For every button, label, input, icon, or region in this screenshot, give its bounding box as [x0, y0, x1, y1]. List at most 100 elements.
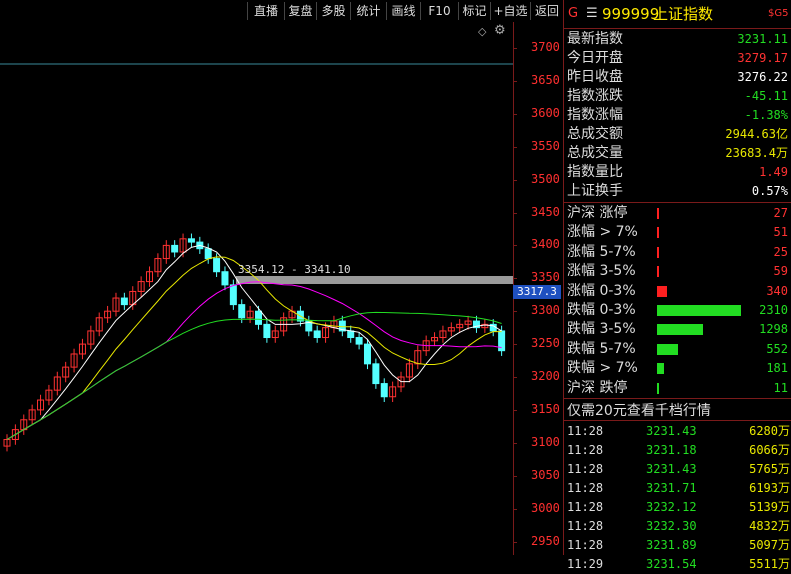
multi-stock-button[interactable]: 多股: [316, 2, 350, 20]
tick-row: 11:28 3231.43 6280万: [564, 422, 791, 441]
stat-value: 3276.22: [737, 70, 788, 84]
tick-row: 11:28 3232.30 4832万: [564, 517, 791, 536]
candle-body: [204, 248, 212, 260]
breadth-row: 跌幅 0-3% 2310: [564, 301, 791, 320]
candle-body: [263, 323, 271, 339]
ticks-title[interactable]: 仅需20元查看千档行情: [567, 400, 711, 420]
stat-label: 今日开盘: [567, 50, 623, 66]
y-tick-label: 3000: [531, 500, 560, 515]
stock-name: 上证指数: [653, 5, 714, 23]
y-tick-label: 3300: [531, 303, 560, 318]
stats-button[interactable]: 统计: [350, 2, 386, 20]
tick-time: 11:29: [567, 557, 604, 571]
breadth-bar: [657, 305, 741, 316]
candle-body: [229, 284, 237, 306]
ma20-line: [6, 281, 502, 440]
kline-chart[interactable]: ◇ ⚙ 3354.12 - 3341.10: [0, 22, 514, 555]
menu-icon[interactable]: ☰: [586, 0, 598, 28]
y-tick-label: 3200: [531, 369, 560, 383]
y-tick-label: 3450: [531, 204, 560, 219]
add-watchlist-button[interactable]: +自选: [490, 2, 530, 20]
candle-body: [313, 330, 321, 339]
replay-button[interactable]: 复盘: [284, 2, 316, 20]
stat-row: 总成交额 2944.63亿: [564, 125, 791, 144]
breadth-row: 沪深 涨停 27: [564, 204, 791, 223]
stock-header: G ☰ 999999 上证指数 $G5: [564, 0, 791, 29]
g-badge: G: [568, 6, 579, 21]
candle-body: [363, 343, 371, 365]
candle-body: [380, 383, 388, 398]
tick-time: 11:28: [567, 538, 604, 552]
range-label: 3354.12 - 3341.10: [238, 263, 351, 276]
breadth-bar: [657, 343, 678, 355]
tick-price: 3231.43: [646, 424, 697, 438]
tick-volume: 6193万: [749, 481, 790, 495]
candle-body: [213, 258, 221, 273]
breadth-bar: [657, 266, 659, 278]
tick-row: 11:28 3231.18 6066万: [564, 441, 791, 460]
breadth-bar: [657, 382, 659, 394]
breadth-label: 涨幅 0-3%: [567, 282, 636, 299]
stat-label: 上证换手: [567, 183, 623, 199]
stat-row: 上证换手 0.57%: [564, 182, 791, 201]
tick-price: 3232.30: [646, 519, 697, 533]
candle-body: [255, 310, 262, 325]
breadth-row: 涨幅 0-3% 340: [564, 282, 791, 301]
stat-value: -1.38%: [744, 108, 788, 122]
tick-volume: 5139万: [749, 500, 790, 514]
stat-value: 2944.63亿: [725, 127, 788, 141]
settings-icon[interactable]: ⚙: [494, 23, 506, 38]
stat-row: 总成交量 23683.4万: [564, 144, 791, 163]
tick-volume: 6280万: [749, 424, 790, 438]
tick-price: 3231.71: [646, 481, 697, 495]
stat-value: 23683.4万: [725, 146, 788, 160]
breadth-label: 跌幅 0-3%: [567, 302, 636, 318]
range-band: [236, 276, 513, 284]
tick-time: 11:28: [567, 462, 604, 476]
breadth-row: 涨幅 3-5% 59: [564, 262, 791, 281]
kline-svg: [0, 63, 513, 452]
candle-body: [347, 330, 355, 339]
stat-label: 指数涨幅: [567, 107, 623, 123]
y-tick-label: 3150: [531, 401, 560, 416]
diamond-icon[interactable]: ◇: [478, 25, 486, 38]
breadth-value: 11: [773, 380, 788, 395]
tick-row: 11:28 3231.89 5097万: [564, 536, 791, 555]
stat-value: -45.11: [744, 89, 788, 103]
candle-body: [372, 363, 380, 385]
y-tick-label: 3050: [531, 467, 560, 482]
breadth-value: 59: [773, 264, 788, 279]
breadth-value: 2310: [759, 303, 788, 317]
mark-button[interactable]: 标记: [458, 2, 490, 20]
breadth-bar: [657, 246, 659, 258]
breadth-value: 27: [773, 206, 788, 220]
market-tag: $G5: [768, 8, 789, 19]
tick-time: 11:28: [567, 424, 604, 438]
tick-volume: 5765万: [749, 462, 790, 476]
breadth-row: 跌幅 > 7% 181: [564, 359, 791, 378]
candle-body: [120, 297, 128, 306]
tick-price: 3232.12: [646, 500, 697, 514]
breadth-value: 51: [773, 225, 788, 240]
tick-time: 11:28: [567, 519, 604, 533]
tick-row: 11:28 3232.12 5139万: [564, 498, 791, 517]
stat-label: 昨日收盘: [567, 69, 623, 85]
stat-value: 0.57%: [751, 184, 788, 198]
breadth-bar: [657, 227, 659, 239]
stat-row: 指数涨幅 -1.38%: [564, 106, 791, 125]
breadth-label: 跌幅 > 7%: [567, 360, 638, 377]
breadth-bar: [657, 324, 704, 336]
draw-line-button[interactable]: 画线: [386, 2, 420, 20]
f10-button[interactable]: F10: [420, 2, 458, 20]
breadth-value: 552: [766, 341, 788, 356]
stat-value: 3231.11: [737, 32, 788, 46]
y-tick-label: 2950: [531, 533, 560, 548]
live-button[interactable]: 直播: [247, 2, 284, 20]
stat-value: 3279.17: [737, 51, 788, 65]
breadth-row: 跌幅 5-7% 552: [564, 340, 791, 359]
breadth-label: 跌幅 3-5%: [567, 321, 636, 338]
tick-price: 3231.89: [646, 538, 697, 552]
tick-volume: 4832万: [749, 519, 790, 533]
stat-row: 指数涨跌 -45.11: [564, 87, 791, 106]
back-button[interactable]: 返回: [530, 2, 563, 20]
